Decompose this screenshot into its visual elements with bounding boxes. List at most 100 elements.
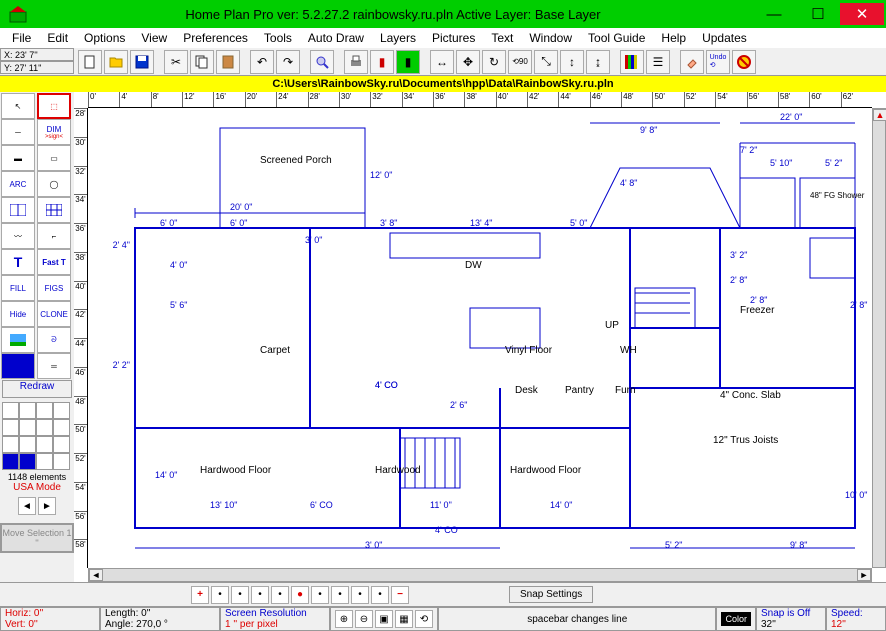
scroll-left-icon[interactable]: ◄: [18, 497, 36, 515]
fit-screen-icon[interactable]: ▣: [375, 610, 393, 628]
double-line-tool[interactable]: ═: [37, 353, 71, 379]
search-icon[interactable]: [310, 50, 334, 74]
grid-tool[interactable]: [37, 197, 71, 223]
svg-text:14' 0": 14' 0": [550, 500, 572, 510]
snap-settings-button[interactable]: Snap Settings: [509, 586, 593, 603]
floor-plan[interactable]: 20' 0" 6' 0" 6' 0" 4' 0" 5' 6" 2' 4" 2' …: [88, 108, 872, 568]
arrow-tool[interactable]: ↖: [1, 93, 35, 119]
window-tool[interactable]: [1, 197, 35, 223]
fast-text-tool[interactable]: Fast T: [37, 249, 71, 275]
region-icon[interactable]: ▦: [395, 610, 413, 628]
menu-text[interactable]: Text: [483, 29, 521, 47]
print-icon[interactable]: [344, 50, 368, 74]
dot6-icon[interactable]: •: [311, 586, 329, 604]
select-tool[interactable]: ⬚: [37, 93, 71, 119]
scale-icon[interactable]: ⤡: [534, 50, 558, 74]
redo-icon[interactable]: ↷: [276, 50, 300, 74]
arc-tool[interactable]: ARC: [1, 171, 35, 197]
scroll-right-btn[interactable]: ►: [857, 569, 871, 581]
menu-help[interactable]: Help: [653, 29, 694, 47]
copy-icon[interactable]: [190, 50, 214, 74]
dot3-icon[interactable]: •: [251, 586, 269, 604]
menu-tools[interactable]: Tools: [256, 29, 300, 47]
scroll-up-icon[interactable]: ▲: [873, 109, 886, 121]
flip-v-icon[interactable]: ↕: [560, 50, 584, 74]
menu-window[interactable]: Window: [521, 29, 580, 47]
curve-tool[interactable]: 〰: [1, 223, 35, 249]
menu-file[interactable]: File: [4, 29, 39, 47]
eraser-icon[interactable]: [680, 50, 704, 74]
figs-tool[interactable]: FIGS: [37, 275, 71, 301]
cancel-icon[interactable]: [732, 50, 756, 74]
move-selection[interactable]: Move Selection 1 '': [0, 523, 74, 553]
dim-tool[interactable]: DIM>sign<: [37, 119, 71, 145]
rotate-icon[interactable]: ↻: [482, 50, 506, 74]
dot2-icon[interactable]: •: [231, 586, 249, 604]
freehand-tool[interactable]: ᘐ: [37, 327, 71, 353]
menu-pictures[interactable]: Pictures: [424, 29, 483, 47]
cut-icon[interactable]: ✂: [164, 50, 188, 74]
undo-icon[interactable]: ↶: [250, 50, 274, 74]
zoom-in-icon[interactable]: ⊕: [335, 610, 353, 628]
svg-text:12" Trus Joists: 12" Trus Joists: [713, 435, 778, 446]
menu-view[interactable]: View: [133, 29, 175, 47]
menu-edit[interactable]: Edit: [39, 29, 76, 47]
color-bars-icon[interactable]: [620, 50, 644, 74]
image-tool[interactable]: [1, 327, 35, 353]
fill-rect-tool[interactable]: [1, 353, 35, 379]
minimize-button[interactable]: —: [752, 3, 796, 25]
ruler-vertical: 28'30'32'34'36'38'40'42'44'46'48'50'52'5…: [74, 108, 88, 568]
paste-icon[interactable]: [216, 50, 240, 74]
dot7-icon[interactable]: •: [331, 586, 349, 604]
svg-text:Desk: Desk: [515, 385, 539, 396]
scrollbar-horizontal[interactable]: ◄ ►: [88, 568, 872, 582]
rect-fill-tool[interactable]: ▬: [1, 145, 35, 171]
scroll-left-btn[interactable]: ◄: [89, 569, 103, 581]
plus-red-icon[interactable]: +: [191, 586, 209, 604]
redraw-button[interactable]: Redraw: [2, 380, 72, 398]
color-chip[interactable]: Color: [721, 612, 751, 626]
rotate90-icon[interactable]: ⟲90: [508, 50, 532, 74]
scrollbar-vertical[interactable]: ▲: [872, 108, 886, 568]
wall-icon[interactable]: ▮: [396, 50, 420, 74]
dot8-icon[interactable]: •: [351, 586, 369, 604]
save-file-icon[interactable]: [130, 50, 154, 74]
canvas-area[interactable]: 0'4'8'12'16'20'24'28'30'32'34'36'38'40'4…: [74, 92, 886, 582]
dot5-icon[interactable]: ●: [291, 586, 309, 604]
menu-options[interactable]: Options: [76, 29, 133, 47]
color-swatches[interactable]: [2, 402, 72, 470]
center-icon[interactable]: ↨: [586, 50, 610, 74]
text-tool[interactable]: T: [1, 249, 35, 275]
clone-tool[interactable]: CLONE: [37, 301, 71, 327]
menu-updates[interactable]: Updates: [694, 29, 755, 47]
line-tool[interactable]: ─: [1, 119, 35, 145]
fill-tool[interactable]: FILL: [1, 275, 35, 301]
undo-special-icon[interactable]: Undo⟲: [706, 50, 730, 74]
dot1-icon[interactable]: •: [211, 586, 229, 604]
close-button[interactable]: ✕: [840, 3, 884, 25]
hide-tool[interactable]: Hide: [1, 301, 35, 327]
flip-h-icon[interactable]: ↔: [430, 50, 454, 74]
menu-toolguide[interactable]: Tool Guide: [580, 29, 653, 47]
scroll-right-icon[interactable]: ►: [38, 497, 56, 515]
menu-layers[interactable]: Layers: [372, 29, 424, 47]
maximize-button[interactable]: ☐: [796, 3, 840, 25]
move-icon[interactable]: ✥: [456, 50, 480, 74]
circle-tool[interactable]: ◯: [37, 171, 71, 197]
svg-text:3' 0": 3' 0": [305, 235, 322, 245]
menu-autodraw[interactable]: Auto Draw: [300, 29, 372, 47]
svg-text:6' CO: 6' CO: [310, 500, 333, 510]
dot9-icon[interactable]: •: [371, 586, 389, 604]
open-file-icon[interactable]: [104, 50, 128, 74]
new-file-icon[interactable]: [78, 50, 102, 74]
dot4-icon[interactable]: •: [271, 586, 289, 604]
zoom-out-icon[interactable]: ⊖: [355, 610, 373, 628]
rect-tool[interactable]: ▭: [37, 145, 71, 171]
minus-red-icon[interactable]: −: [391, 586, 409, 604]
polyline-tool[interactable]: ⌐: [37, 223, 71, 249]
list-icon[interactable]: ☰: [646, 50, 670, 74]
door-icon[interactable]: ▮: [370, 50, 394, 74]
menu-preferences[interactable]: Preferences: [175, 29, 256, 47]
svg-text:6' 0": 6' 0": [230, 218, 247, 228]
zoom-prev-icon[interactable]: ⟲: [415, 610, 433, 628]
